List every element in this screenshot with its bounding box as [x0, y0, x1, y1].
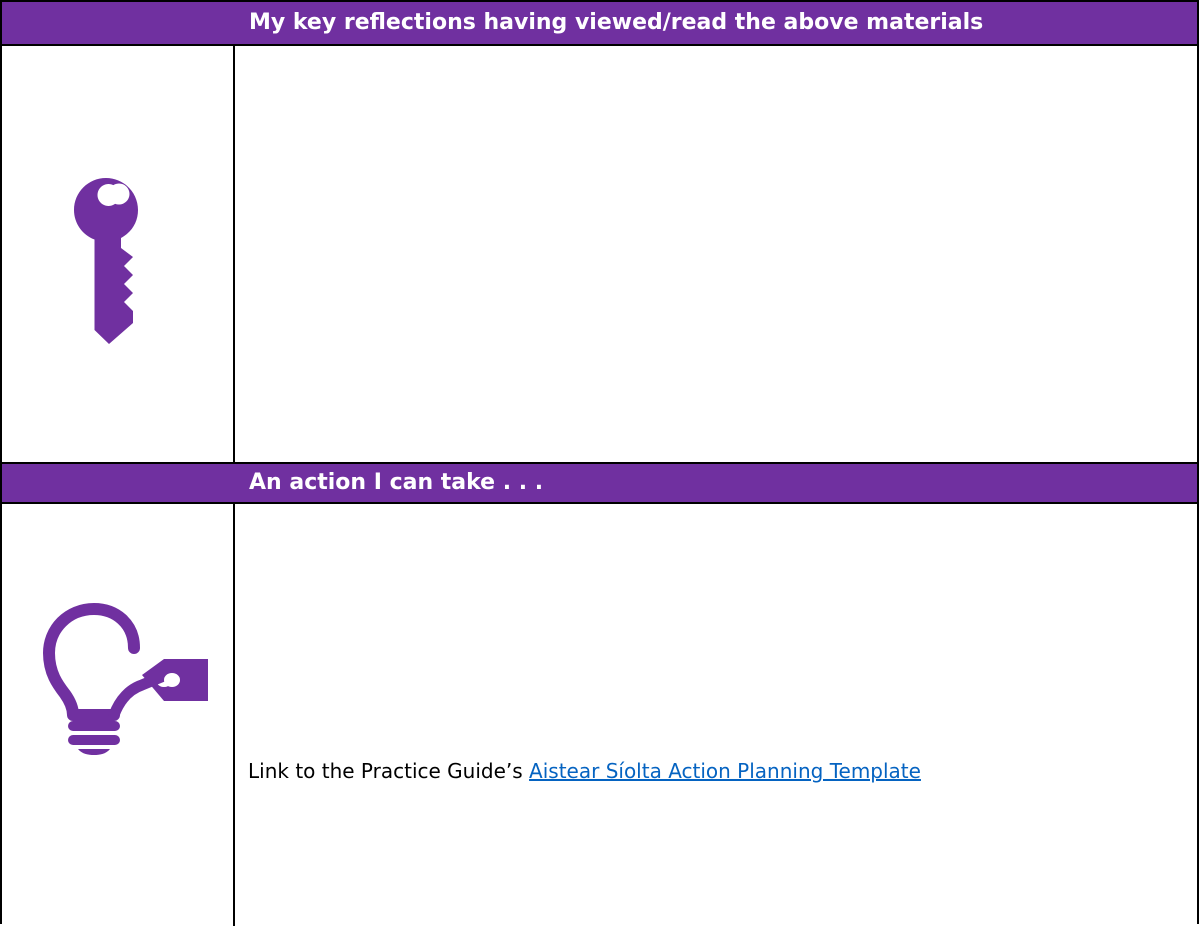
reflections-header: My key reflections having viewed/read th… [2, 2, 1197, 46]
practice-guide-link-line: Link to the Practice Guide’s Aistear Sío… [248, 759, 921, 783]
reflections-heading: My key reflections having viewed/read th… [249, 10, 984, 35]
lightbulb-tag-icon [42, 603, 210, 755]
action-icon-cell [2, 504, 235, 926]
reflections-text-area[interactable] [235, 46, 1197, 462]
action-planning-template-link[interactable]: Aistear Síolta Action Planning Template [529, 759, 921, 783]
action-text-area[interactable]: Link to the Practice Guide’s Aistear Sío… [235, 504, 1197, 926]
reflection-table: My key reflections having viewed/read th… [0, 0, 1199, 926]
link-prefix: Link to the Practice Guide’s [248, 759, 530, 783]
reflections-icon-cell [2, 46, 235, 462]
action-heading: An action I can take . . . [249, 470, 544, 495]
reflections-row [2, 46, 1197, 462]
key-icon [74, 178, 138, 344]
action-row: Link to the Practice Guide’s Aistear Sío… [2, 504, 1197, 926]
action-header: An action I can take . . . [2, 462, 1197, 504]
